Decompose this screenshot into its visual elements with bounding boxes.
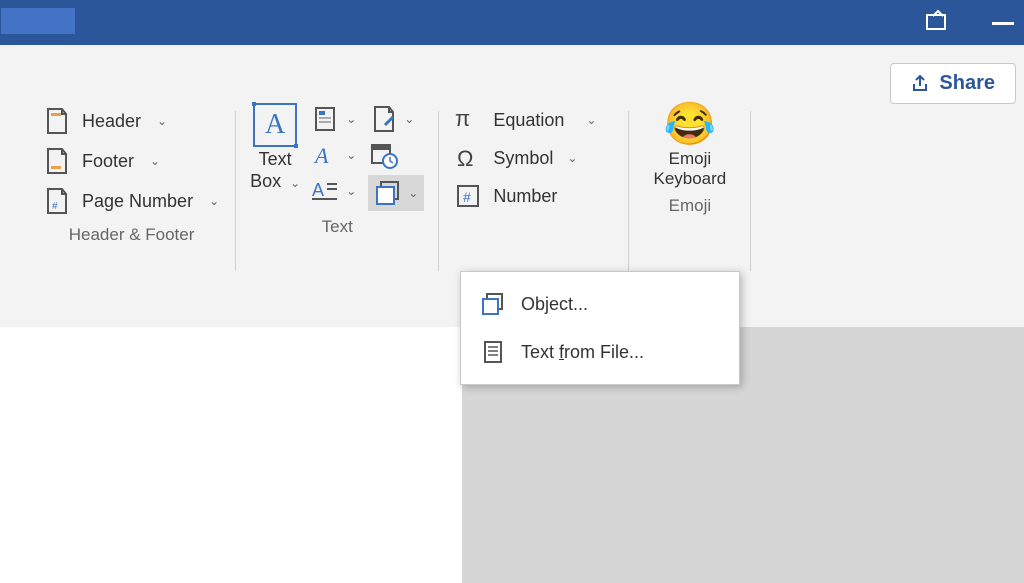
document-page[interactable]	[0, 327, 462, 583]
footer-label: Footer	[82, 151, 134, 172]
symbol-icon: Ω	[455, 144, 483, 172]
ribbon-display-options-icon[interactable]	[926, 14, 946, 30]
text-box-icon: A	[253, 103, 297, 147]
emoji-keyboard-button[interactable]: 😂 Emoji Keyboard	[653, 103, 726, 190]
emoji-label-1: Emoji	[669, 149, 712, 168]
separator	[750, 111, 751, 271]
chevron-down-icon: ⌄	[209, 194, 219, 208]
ribbon-groups: Header ⌄ Footer ⌄ #	[0, 45, 1024, 271]
svg-text:A: A	[312, 180, 324, 200]
minimize-button[interactable]	[992, 22, 1014, 25]
symbol-button[interactable]: Ω Symbol ⌄	[453, 141, 598, 175]
equation-label: Equation	[493, 110, 564, 131]
textbox-label-1: Text	[259, 149, 292, 169]
emoji-face-icon: 😂	[664, 103, 716, 145]
svg-text:π: π	[455, 106, 470, 131]
text-file-icon	[481, 340, 505, 364]
footer-button[interactable]: Footer ⌄	[42, 143, 221, 179]
chevron-down-icon: ⌄	[157, 114, 167, 128]
chevron-down-icon: ⌄	[567, 151, 577, 165]
symbol-label: Symbol	[493, 148, 553, 169]
text-from-file-menu-item[interactable]: Text from File...	[461, 328, 739, 376]
svg-text:#: #	[463, 189, 471, 205]
page-number-icon: #	[44, 187, 70, 215]
textbox-label-2: Box	[250, 171, 281, 191]
object-icon	[374, 179, 402, 207]
object-button[interactable]: ⌄	[368, 175, 424, 211]
emoji-group-label: Emoji	[669, 196, 712, 216]
header-button[interactable]: Header ⌄	[42, 103, 221, 139]
drop-cap-button[interactable]: A ⌄	[310, 175, 358, 207]
svg-text:#: #	[52, 201, 58, 212]
share-button[interactable]: Share	[890, 63, 1016, 104]
text-box-button[interactable]: A Text Box ⌄	[250, 103, 300, 192]
text-from-file-label: Text from File...	[521, 342, 644, 363]
wordart-icon: A	[312, 141, 340, 169]
equation-icon: π	[455, 106, 483, 134]
title-highlight	[1, 8, 75, 34]
share-icon	[911, 74, 931, 94]
chevron-down-icon: ⌄	[290, 176, 300, 190]
svg-text:A: A	[313, 143, 329, 168]
number-label: Number	[493, 186, 557, 207]
chevron-down-icon: ⌄	[404, 112, 414, 126]
date-time-icon	[370, 141, 398, 169]
header-icon	[44, 107, 70, 135]
text-group-label: Text	[322, 217, 353, 237]
date-time-button[interactable]	[368, 139, 424, 171]
number-icon: #	[455, 182, 483, 210]
footer-icon	[44, 147, 70, 175]
chevron-down-icon: ⌄	[346, 112, 356, 126]
quick-parts-button[interactable]: ⌄	[310, 103, 358, 135]
drop-cap-icon: A	[312, 177, 340, 205]
chevron-down-icon: ⌄	[346, 184, 356, 198]
chevron-down-icon: ⌄	[346, 148, 356, 162]
share-label: Share	[939, 72, 995, 95]
header-footer-group-label: Header & Footer	[69, 225, 195, 245]
signature-line-icon	[370, 105, 398, 133]
object-icon	[481, 292, 505, 316]
object-menu-label: Object...	[521, 294, 588, 315]
page-number-label: Page Number	[82, 191, 193, 212]
header-footer-group: Header ⌄ Footer ⌄ #	[28, 103, 235, 245]
page-number-button[interactable]: # Page Number ⌄	[42, 183, 221, 219]
chevron-down-icon: ⌄	[586, 113, 596, 127]
chevron-down-icon: ⌄	[408, 186, 418, 200]
emoji-group: 😂 Emoji Keyboard Emoji	[629, 103, 750, 216]
equation-button[interactable]: π Equation ⌄	[453, 103, 598, 137]
wordart-button[interactable]: A ⌄	[310, 139, 358, 171]
symbols-group: π Equation ⌄ Ω Symbol ⌄ #	[439, 103, 628, 237]
object-menu-item[interactable]: Object...	[461, 280, 739, 328]
text-group: A Text Box ⌄ ⌄	[236, 103, 438, 237]
svg-text:Ω: Ω	[457, 146, 473, 171]
emoji-label-2: Keyboard	[653, 169, 726, 188]
title-bar	[0, 0, 1024, 45]
chevron-down-icon: ⌄	[150, 154, 160, 168]
number-button[interactable]: # Number	[453, 179, 598, 213]
header-label: Header	[82, 111, 141, 132]
signature-line-button[interactable]: ⌄	[368, 103, 424, 135]
quick-parts-icon	[312, 105, 340, 133]
object-dropdown-menu: Object... Text from File...	[460, 271, 740, 385]
